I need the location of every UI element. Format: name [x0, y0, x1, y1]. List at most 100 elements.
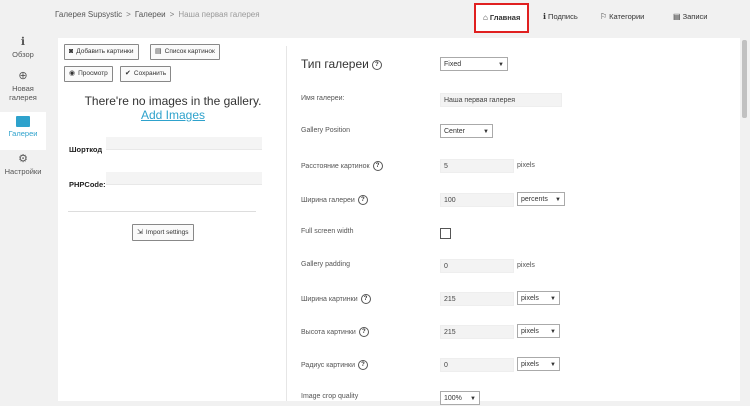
image-radius-unit-select[interactable]: pixels ▼: [517, 357, 560, 371]
image-radius-input[interactable]: 0: [440, 358, 514, 372]
gallery-name-input[interactable]: Наша первая галерея: [440, 93, 562, 107]
nav-caption-button[interactable]: ℹ Подпись: [538, 8, 583, 26]
breadcrumb-root[interactable]: Галерея Supsystic: [55, 10, 122, 19]
image-width-label: Ширина картинки?: [301, 294, 371, 304]
dropdown-arrow-icon: ▼: [550, 329, 556, 335]
image-list-label: Список картинок: [164, 48, 215, 55]
gallery-position-label: Gallery Position: [301, 127, 351, 134]
nav-home-button[interactable]: ⌂ Главная: [474, 3, 530, 33]
gear-icon: ⚙: [18, 153, 28, 165]
gallery-type-value: Fixed: [444, 61, 462, 68]
page-scrollbar[interactable]: [740, 38, 750, 401]
empty-gallery-message: There're no images in the gallery.: [84, 94, 262, 108]
admin-sidebar: ℹ Обзор ⊕ Новая галерея Галереи ⚙ Настро…: [0, 0, 46, 401]
list-icon: ▤: [155, 48, 162, 55]
add-images-label: Добавить картинки: [76, 48, 134, 55]
nav-posts-button[interactable]: ▤ Записи: [668, 8, 712, 26]
sidebar-item-label: Галереи: [8, 129, 38, 138]
image-crop-quality-label: Image crop quality: [301, 393, 359, 400]
dropdown-arrow-icon: ▼: [550, 296, 556, 302]
image-height-label-text: Высота картинки: [301, 328, 356, 336]
image-radius-label: Радиус картинки?: [301, 360, 368, 370]
image-crop-quality-select[interactable]: 100% ▼: [440, 391, 480, 405]
sidebar-item-label: Обзор: [12, 50, 34, 59]
check-icon: ✔: [125, 70, 131, 77]
image-height-label: Высота картинки?: [301, 327, 369, 337]
nav-caption-label: Подпись: [548, 12, 578, 21]
column-divider: [286, 46, 287, 401]
gallery-padding-input[interactable]: 0: [440, 259, 514, 273]
nav-categories-button[interactable]: ⚐ Категории: [595, 8, 649, 26]
gallery-editor-panel: ◙ Добавить картинки ▤ Список картинок ◉ Про…: [58, 38, 740, 405]
sidebar-item-label: Настройки: [4, 167, 42, 176]
image-list-button[interactable]: ▤ Список картинок: [150, 44, 220, 60]
sidebar-item-new-gallery[interactable]: ⊕ Новая галерея: [0, 70, 46, 102]
phpcode-label: PHPCode:: [69, 180, 106, 189]
camera-icon: ◙: [69, 48, 74, 55]
help-icon[interactable]: ?: [358, 360, 368, 370]
sidebar-item-galleries[interactable]: Галереи: [0, 112, 46, 150]
image-height-unit-value: pixels: [521, 328, 539, 335]
shortcode-label: Шорткод: [69, 145, 103, 154]
gallery-type-title: Тип галереи?: [301, 57, 382, 71]
shortcode-field[interactable]: [106, 137, 262, 150]
help-icon[interactable]: ?: [360, 294, 371, 304]
gallery-padding-unit: pixels: [517, 262, 535, 269]
dropdown-arrow-icon: ▼: [498, 62, 504, 68]
image-radius-label-text: Радиус картинки: [301, 361, 355, 369]
gallery-width-label: Ширина галереи?: [301, 195, 368, 205]
help-icon[interactable]: ?: [371, 59, 382, 70]
preview-button[interactable]: ◉ Просмотр: [64, 66, 113, 82]
save-label: Сохранить: [133, 70, 167, 77]
phpcode-field[interactable]: [106, 172, 262, 185]
full-screen-width-label: Full screen width: [301, 228, 354, 235]
preview-label: Просмотр: [78, 70, 108, 77]
gallery-type-select[interactable]: Fixed ▼: [440, 57, 508, 71]
home-icon: ⌂: [483, 13, 488, 22]
gallery-width-unit-value: percents: [521, 196, 548, 203]
full-screen-width-checkbox[interactable]: [440, 228, 451, 239]
gallery-icon: [16, 116, 30, 127]
dropdown-arrow-icon: ▼: [555, 197, 561, 203]
image-spacing-unit: pixels: [517, 162, 535, 169]
gallery-position-select[interactable]: Center ▼: [440, 124, 493, 138]
image-radius-unit-value: pixels: [521, 361, 539, 368]
plus-circle-icon: ⊕: [18, 70, 28, 82]
save-button[interactable]: ✔ Сохранить: [120, 66, 172, 82]
breadcrumb-current: Наша первая галерея: [178, 10, 260, 19]
nav-home-label: Главная: [489, 13, 521, 22]
image-spacing-label: Расстояние картинок?: [301, 161, 383, 171]
help-icon[interactable]: ?: [372, 161, 383, 171]
image-width-unit-select[interactable]: pixels ▼: [517, 291, 560, 305]
gallery-padding-label: Gallery padding: [301, 261, 351, 268]
scrollbar-thumb[interactable]: [742, 40, 747, 118]
image-width-label-text: Ширина картинки: [301, 295, 358, 303]
sidebar-item-overview[interactable]: ℹ Обзор: [0, 36, 46, 59]
sidebar-item-label: Новая галерея: [9, 84, 37, 102]
breadcrumb-separator: >: [169, 10, 175, 19]
dropdown-arrow-icon: ▼: [483, 129, 489, 135]
info-icon: ℹ: [543, 12, 547, 21]
breadcrumb-section[interactable]: Галереи: [135, 10, 166, 19]
image-width-input[interactable]: 215: [440, 292, 514, 306]
image-spacing-input[interactable]: 5: [440, 159, 514, 173]
image-height-unit-select[interactable]: pixels ▼: [517, 324, 560, 338]
info-icon: ℹ: [20, 36, 26, 48]
gallery-width-label-text: Ширина галереи: [301, 196, 355, 204]
gallery-width-input[interactable]: 100: [440, 193, 514, 207]
help-icon[interactable]: ?: [358, 327, 369, 337]
help-icon[interactable]: ?: [357, 195, 368, 205]
add-images-button[interactable]: ◙ Добавить картинки: [64, 44, 139, 60]
sidebar-item-settings[interactable]: ⚙ Настройки: [0, 153, 46, 176]
add-images-link[interactable]: Add Images: [58, 108, 288, 122]
breadcrumb: Галерея Supsystic > Галереи > Наша первая га…: [55, 10, 260, 19]
import-settings-button[interactable]: ⇲ Import settings: [132, 224, 194, 241]
image-height-input[interactable]: 215: [440, 325, 514, 339]
import-icon: ⇲: [137, 229, 143, 236]
divider: [68, 211, 256, 212]
dropdown-arrow-icon: ▼: [470, 396, 476, 402]
image-width-unit-value: pixels: [521, 295, 539, 302]
bookmark-icon: ⚐: [600, 12, 608, 21]
gallery-width-unit-select[interactable]: percents ▼: [517, 192, 565, 206]
image-spacing-label-text: Расстояние картинок: [301, 162, 370, 170]
